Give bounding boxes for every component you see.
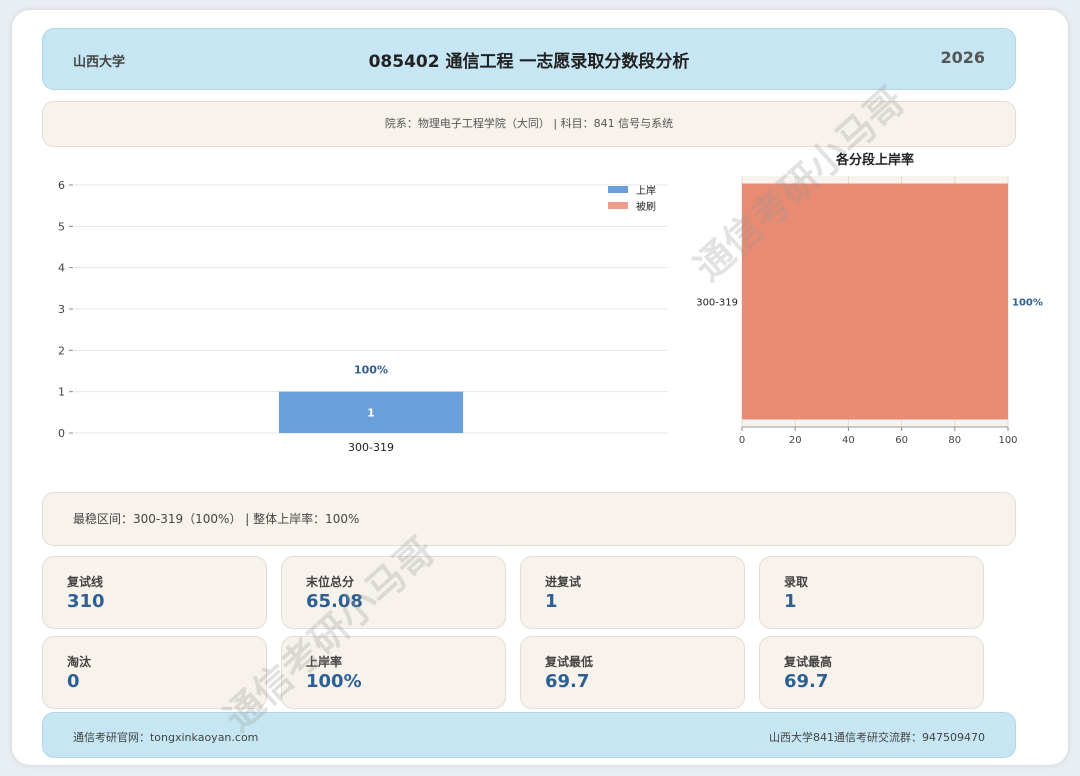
rate-value-label: 100% bbox=[1012, 298, 1043, 309]
stat-label: 复试最低 bbox=[545, 655, 594, 669]
x-tick-label: 300-319 bbox=[348, 441, 394, 454]
stat-label: 复试线 bbox=[67, 575, 104, 589]
y-tick-label: 5 bbox=[58, 220, 65, 233]
x-tick-label: 100 bbox=[998, 435, 1017, 446]
stat-label: 复试最高 bbox=[784, 655, 833, 669]
footer-group: 山西大学841通信考研交流群：947509470 bbox=[769, 731, 985, 744]
stat-label: 录取 bbox=[784, 575, 809, 589]
stat-value: 0 bbox=[67, 671, 80, 692]
chart-title: 各分段上岸率 bbox=[835, 152, 914, 168]
rate-bar bbox=[742, 183, 1008, 420]
x-tick-label: 60 bbox=[895, 435, 908, 446]
footer-bar: 通信考研官网：tongxinkaoyan.com 山西大学841通信考研交流群：… bbox=[42, 712, 1016, 758]
x-tick-label: 20 bbox=[789, 435, 802, 446]
summary-bar: 最稳区间：300-319（100%） | 整体上岸率：100% bbox=[42, 492, 1016, 546]
header-bar: 山西大学 085402 通信工程 一志愿录取分数段分析 2026 bbox=[42, 28, 1016, 90]
y-tick-label: 4 bbox=[58, 262, 65, 275]
stat-card-retest-min: 复试最低 69.7 bbox=[520, 636, 745, 709]
legend-swatch bbox=[608, 186, 628, 193]
x-tick-label: 80 bbox=[948, 435, 961, 446]
page-title: 085402 通信工程 一志愿录取分数段分析 bbox=[368, 52, 690, 72]
stat-card-retest-count: 进复试 1 bbox=[520, 556, 745, 629]
stat-label: 上岸率 bbox=[306, 655, 343, 669]
legend-label: 上岸 bbox=[636, 185, 656, 197]
y-tick-label: 6 bbox=[58, 179, 65, 192]
rate-label: 100% bbox=[354, 364, 388, 377]
stat-value: 1 bbox=[545, 591, 558, 612]
y-tick-label: 2 bbox=[58, 344, 65, 357]
legend-swatch bbox=[608, 202, 628, 209]
footer-website: 通信考研官网：tongxinkaoyan.com bbox=[73, 731, 259, 744]
stat-card-admitted: 录取 1 bbox=[759, 556, 984, 629]
stat-value: 1 bbox=[784, 591, 797, 612]
stat-card-eliminated: 淘汰 0 bbox=[42, 636, 267, 709]
rate-chart: 0 20 40 60 80 100 300-319 100% 各分段上岸率 bbox=[696, 152, 1043, 446]
stat-card-success-rate: 上岸率 100% bbox=[281, 636, 506, 709]
x-tick-label: 0 bbox=[739, 435, 745, 446]
bar-value-label: 1 bbox=[367, 406, 375, 419]
stat-card-retest-line: 复试线 310 bbox=[42, 556, 267, 629]
stat-value: 65.08 bbox=[306, 591, 363, 612]
year-label: 2026 bbox=[940, 48, 985, 67]
stat-value: 69.7 bbox=[545, 671, 590, 692]
stat-label: 淘汰 bbox=[67, 655, 92, 669]
info-bar: 院系：物理电子工程学院（大同） | 科目：841 信号与系统 bbox=[42, 101, 1016, 147]
stat-label: 进复试 bbox=[545, 575, 582, 589]
y-tick-label: 300-319 bbox=[696, 298, 738, 309]
count-chart: 0 1 2 3 4 5 6 1 100% 300-319 上岸被刷 bbox=[58, 179, 668, 454]
y-tick-label: 1 bbox=[58, 386, 65, 399]
stat-value: 100% bbox=[306, 671, 362, 692]
stat-card-last-total: 末位总分 65.08 bbox=[281, 556, 506, 629]
y-tick-label: 0 bbox=[58, 427, 65, 440]
stat-label: 末位总分 bbox=[306, 575, 355, 589]
stat-card-retest-max: 复试最高 69.7 bbox=[759, 636, 984, 709]
legend-label: 被刷 bbox=[636, 200, 656, 213]
stat-value: 310 bbox=[67, 591, 105, 612]
stat-value: 69.7 bbox=[784, 671, 829, 692]
x-tick-label: 40 bbox=[842, 435, 855, 446]
y-tick-label: 3 bbox=[58, 303, 65, 316]
